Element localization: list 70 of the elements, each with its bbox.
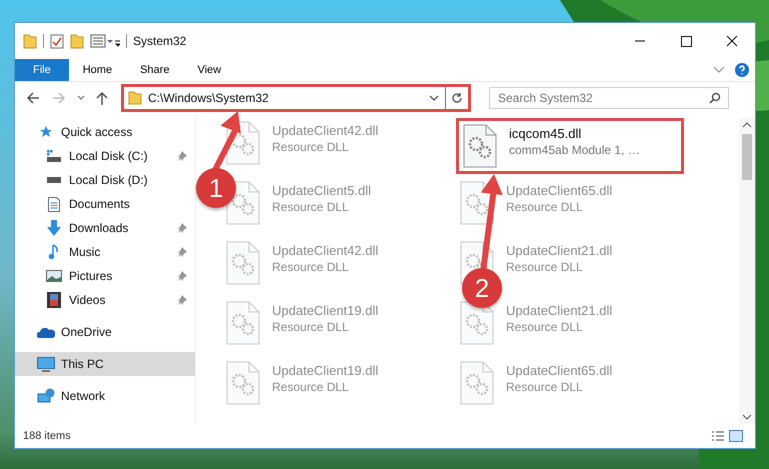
file-name: UpdateClient65.dll	[506, 363, 612, 378]
folder-icon[interactable]	[23, 33, 37, 49]
sidebar-item[interactable]: Documents	[15, 192, 195, 216]
network-icon	[37, 388, 55, 404]
file-name: UpdateClient42.dll	[272, 123, 378, 138]
file-description: comm45ab Module 1, …	[509, 143, 640, 157]
sidebar-item[interactable]: Downloads	[15, 216, 195, 240]
scrollbar[interactable]	[739, 118, 755, 424]
file-description: Resource DLL	[272, 200, 350, 214]
highlighted-file-item[interactable]: icqcom45.dll comm45ab Module 1, …	[456, 118, 684, 174]
back-icon[interactable]	[25, 91, 41, 105]
sidebar-item[interactable]: This PC	[15, 352, 195, 376]
help-icon[interactable]	[735, 63, 749, 77]
file-name: UpdateClient19.dll	[272, 303, 378, 318]
music-note-icon	[48, 244, 60, 260]
file-description: Resource DLL	[272, 140, 350, 154]
sidebar-item[interactable]: Network	[15, 384, 195, 408]
address-field[interactable]: C:\Windows\System32	[124, 87, 446, 109]
recent-locations-icon[interactable]	[77, 95, 85, 101]
search-field[interactable]: Search System32	[489, 87, 729, 109]
sidebar-item[interactable]: Pictures	[15, 264, 195, 288]
search-icon	[709, 92, 721, 104]
properties-icon[interactable]	[50, 33, 64, 49]
drive-icon	[46, 149, 62, 163]
scroll-thumb[interactable]	[742, 134, 752, 180]
sidebar-item[interactable]: Quick access	[15, 120, 195, 144]
sidebar-item[interactable]: Music	[15, 240, 195, 264]
ribbon-tab[interactable]: Home	[68, 59, 126, 81]
sidebar-item[interactable]: OneDrive	[15, 320, 195, 344]
refresh-icon[interactable]	[451, 92, 463, 104]
drive-icon	[46, 177, 62, 183]
file-description: Resource DLL	[506, 320, 584, 334]
up-icon[interactable]	[95, 90, 109, 106]
chevron-icon[interactable]	[713, 66, 725, 74]
file-name: UpdateClient21.dll	[506, 243, 612, 258]
scroll-up-icon[interactable]	[742, 122, 752, 128]
file-tab[interactable]: File	[15, 59, 69, 81]
details-view-icon[interactable]	[711, 430, 725, 442]
scroll-down-icon[interactable]	[742, 414, 752, 420]
document-icon	[48, 196, 60, 212]
download-icon	[46, 220, 62, 236]
customize-toolbar-icon[interactable]	[90, 33, 120, 49]
film-icon	[47, 292, 61, 308]
star-icon	[39, 125, 53, 139]
large-icons-view-icon[interactable]	[729, 430, 743, 442]
ribbon-tab[interactable]: Share	[126, 59, 184, 81]
file-name: UpdateClient65.dll	[506, 183, 612, 198]
folder-icon	[128, 91, 142, 105]
dropdown-icon[interactable]	[429, 95, 439, 101]
file-description: Resource DLL	[272, 380, 350, 394]
computer-icon	[37, 356, 55, 372]
new-folder-icon[interactable]	[70, 33, 84, 49]
file-description: Resource DLL	[506, 200, 584, 214]
file-description: Resource DLL	[272, 260, 350, 274]
file-name: UpdateClient21.dll	[506, 303, 612, 318]
sidebar-item[interactable]: Videos	[15, 288, 195, 312]
sidebar-item[interactable]: Local Disk (C:)	[15, 144, 195, 168]
file-name: UpdateClient19.dll	[272, 363, 378, 378]
window-title: System32	[133, 34, 186, 48]
file-name: icqcom45.dll	[509, 126, 582, 141]
pictures-icon	[46, 270, 62, 282]
item-count: 188 items	[23, 430, 71, 442]
sidebar-item[interactable]: Local Disk (D:)	[15, 168, 195, 192]
file-name: UpdateClient5.dll	[272, 183, 372, 198]
file-name: UpdateClient42.dll	[272, 243, 378, 258]
cloud-icon	[37, 326, 55, 338]
file-description: Resource DLL	[506, 260, 584, 274]
file-description: Resource DLL	[506, 380, 584, 394]
ribbon-tab[interactable]: View	[183, 59, 236, 81]
file-description: Resource DLL	[272, 320, 350, 334]
